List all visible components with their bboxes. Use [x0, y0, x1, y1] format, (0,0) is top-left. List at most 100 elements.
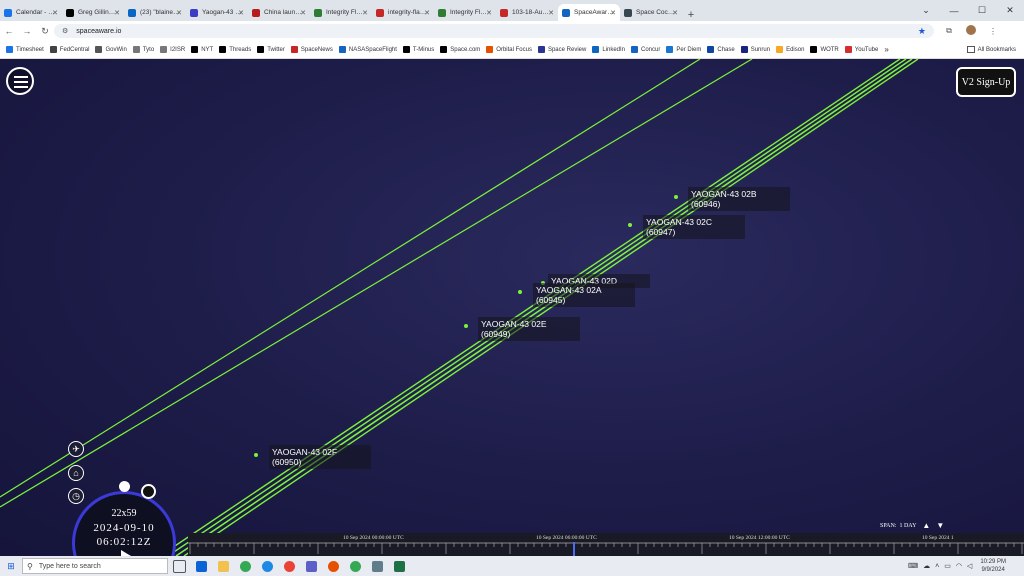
browser-tab[interactable]: China launches✕ — [248, 4, 310, 21]
bookmark-item[interactable]: Edison — [776, 46, 804, 53]
browser-tab[interactable]: 103-18-Aug-202✕ — [496, 4, 558, 21]
bookmark-item[interactable]: GovWin — [95, 46, 127, 53]
satellite-label[interactable]: YAOGAN-43 02F (60950) — [269, 445, 371, 469]
tab-close-icon[interactable]: ✕ — [672, 9, 678, 17]
browser-tab[interactable]: (23) "blaine curc✕ — [124, 4, 186, 21]
satellite-marker[interactable] — [628, 223, 632, 227]
reload-button[interactable]: ↻ — [36, 26, 54, 37]
keyboard-icon[interactable]: ⌨ — [908, 562, 918, 570]
browser-tab[interactable]: Yaogan-43 02A -✕ — [186, 4, 248, 21]
windows-start-icon[interactable]: ⊞ — [0, 561, 22, 572]
tab-close-icon[interactable]: ✕ — [548, 9, 554, 17]
browser-tab[interactable]: Greg Gillinger (@✕ — [62, 4, 124, 21]
firefox-icon[interactable] — [322, 558, 344, 574]
satellite-label[interactable]: YAOGAN-43 02B (60946) — [688, 187, 790, 211]
wifi-icon[interactable]: ◠ — [956, 562, 962, 570]
minimize-button[interactable]: — — [940, 6, 968, 16]
outlook-icon[interactable] — [190, 558, 212, 574]
bookmark-item[interactable]: Orbital Focus — [486, 46, 532, 53]
bookmark-item[interactable]: Tyto — [132, 46, 154, 53]
satellite-label[interactable]: YAOGAN-43 02E (60949) — [478, 317, 580, 341]
back-button[interactable]: ← — [0, 26, 18, 36]
bookmark-item[interactable]: YouTube — [844, 46, 878, 53]
bookmark-item[interactable]: FedCentral — [49, 46, 89, 53]
chrome-icon[interactable] — [234, 558, 256, 574]
chrome-icon[interactable] — [278, 558, 300, 574]
browser-tab[interactable]: Integrity Flash -✕ — [310, 4, 372, 21]
satellite-marker[interactable] — [518, 290, 522, 294]
speed-reset-knob[interactable] — [141, 484, 156, 499]
bookmark-item[interactable]: NYT — [191, 46, 213, 53]
satellite-label[interactable]: YAOGAN-43 02C (60947) — [643, 215, 745, 239]
calculator-icon[interactable] — [366, 558, 388, 574]
satellite-marker[interactable] — [464, 324, 468, 328]
bookmark-item[interactable]: SpaceNews — [290, 46, 333, 53]
task-view-icon[interactable] — [168, 558, 190, 574]
taskbar-clock[interactable]: 10:29 PM 9/9/2024 — [980, 558, 1006, 574]
file-explorer-icon[interactable] — [212, 558, 234, 574]
bookmark-item[interactable]: I2ISR — [160, 46, 185, 53]
teams-icon[interactable] — [300, 558, 322, 574]
taskbar-search-input[interactable]: ⚲ Type here to search — [22, 558, 168, 574]
bookmark-item[interactable]: Chase — [707, 46, 735, 53]
browser-tab[interactable]: Calendar - Gillin✕ — [0, 4, 62, 21]
close-window-button[interactable]: ✕ — [996, 5, 1024, 16]
browser-tab[interactable]: integrity-flash-1 ✕ — [372, 4, 434, 21]
browser-tab[interactable]: Integrity Flash -✕ — [434, 4, 496, 21]
v2-signup-button[interactable]: V2 Sign-Up — [956, 67, 1016, 97]
site-info-icon[interactable]: ⚙ — [62, 27, 68, 35]
tab-search-icon[interactable]: ⌄ — [912, 5, 940, 16]
more-menu-icon[interactable]: ⋮ — [982, 27, 1004, 36]
forward-button[interactable]: → — [18, 26, 36, 36]
span-increase-icon[interactable]: ▲ — [922, 521, 930, 530]
clock-icon[interactable]: ◷ — [68, 488, 84, 504]
bookmark-item[interactable]: Concur — [631, 46, 660, 53]
edge-icon[interactable] — [256, 558, 278, 574]
satellite-label[interactable]: YAOGAN-43 02A (60945) — [533, 283, 635, 307]
all-bookmarks-button[interactable]: All Bookmarks — [966, 46, 1016, 53]
bookmark-item[interactable]: Per Diem — [666, 46, 701, 53]
chrome-icon[interactable] — [344, 558, 366, 574]
tab-close-icon[interactable]: ✕ — [238, 9, 244, 17]
bookmark-item[interactable]: Space Review — [537, 46, 586, 53]
tab-close-icon[interactable]: ✕ — [176, 9, 182, 17]
tab-close-icon[interactable]: ✕ — [52, 9, 58, 17]
satellite-marker[interactable] — [674, 195, 678, 199]
cloud-icon[interactable]: ☁ — [923, 562, 930, 570]
browser-tab[interactable]: Space Cockpit ✕ — [620, 4, 682, 21]
speed-knob[interactable] — [119, 481, 130, 492]
bookmark-item[interactable]: Twitter — [257, 46, 285, 53]
volume-icon[interactable]: ◁ — [967, 562, 972, 570]
profile-avatar[interactable] — [960, 25, 982, 37]
excel-icon[interactable] — [388, 558, 410, 574]
bookmark-item[interactable]: NASASpaceFlight — [338, 46, 397, 53]
span-decrease-icon[interactable]: ▼ — [936, 521, 944, 530]
tab-close-icon[interactable]: ✕ — [424, 9, 430, 17]
network-icon[interactable]: ▭ — [944, 562, 951, 570]
browser-tab[interactable]: SpaceAware.io ✕ — [558, 4, 620, 21]
url-omnibox[interactable]: ⚙ spaceaware.io ★ — [54, 24, 934, 38]
bookmark-item[interactable]: Sunrun — [740, 46, 770, 53]
bookmark-item[interactable]: Timesheet — [6, 46, 44, 53]
bookmark-item[interactable]: LinkedIn — [592, 46, 625, 53]
home-icon[interactable]: ⌂ — [68, 465, 84, 481]
satellite-icon[interactable]: ✈ — [68, 441, 84, 457]
new-tab-button[interactable]: + — [682, 9, 700, 21]
tab-close-icon[interactable]: ✕ — [362, 9, 368, 17]
extensions-icon[interactable]: ⧉ — [938, 26, 960, 36]
satellite-marker[interactable] — [254, 453, 258, 457]
bookmarks-overflow-button[interactable]: » — [884, 45, 888, 54]
hamburger-menu-button[interactable] — [6, 67, 34, 95]
chevron-up-icon[interactable]: ˄ — [935, 563, 939, 570]
bookmark-item[interactable]: WOTR — [810, 46, 839, 53]
bookmark-item[interactable]: T-Minus — [402, 46, 434, 53]
bookmark-item[interactable]: Threads — [219, 46, 251, 53]
tab-close-icon[interactable]: ✕ — [610, 9, 616, 17]
timeline-bar[interactable]: 10 Sep 2024 00:00:00 UTC 10 Sep 2024 06:… — [188, 533, 1024, 556]
tab-close-icon[interactable]: ✕ — [114, 9, 120, 17]
bookmark-star-icon[interactable]: ★ — [918, 26, 926, 37]
bookmark-item[interactable]: Space.com — [440, 46, 480, 53]
maximize-button[interactable]: ☐ — [968, 5, 996, 16]
tab-close-icon[interactable]: ✕ — [300, 9, 306, 17]
tab-close-icon[interactable]: ✕ — [486, 9, 492, 17]
